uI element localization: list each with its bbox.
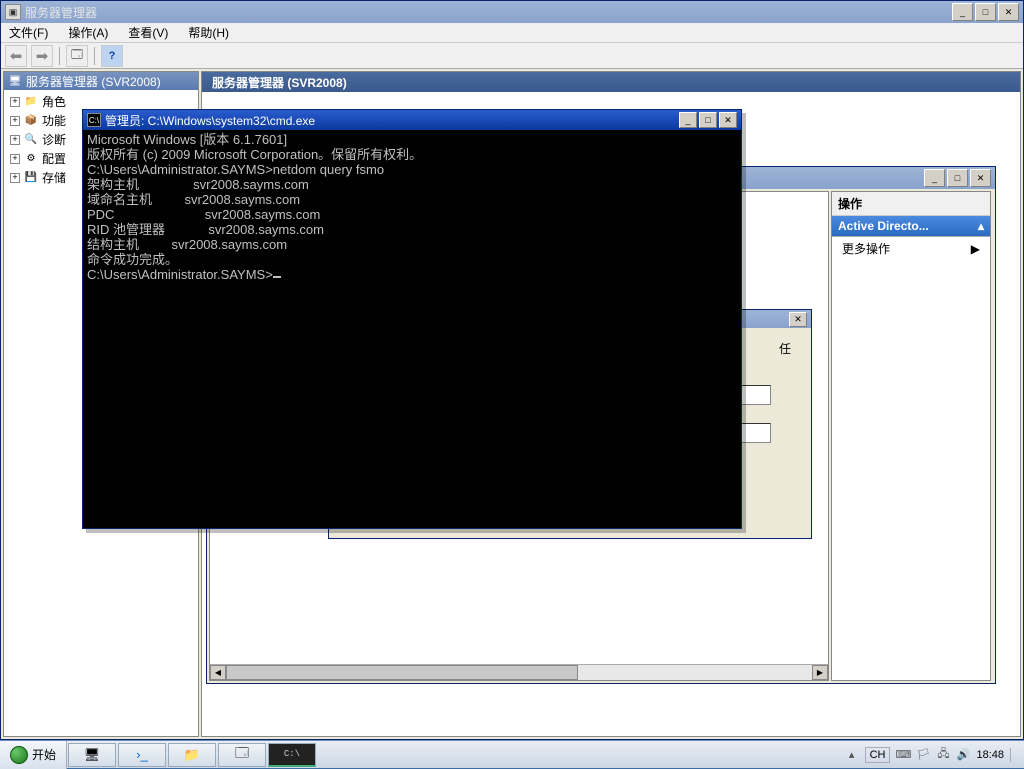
expand-toggle-icon[interactable]: + <box>10 173 20 183</box>
tray-arrow-icon[interactable]: ▴ <box>845 748 859 762</box>
submenu-arrow-icon: ▶ <box>971 242 980 256</box>
scroll-thumb[interactable] <box>226 665 578 680</box>
network-icon[interactable]: 🖧 <box>936 748 950 762</box>
menu-help[interactable]: 帮助(H) <box>184 23 233 42</box>
cmd-title-bar[interactable]: C:\ 管理员: C:\Windows\system32\cmd.exe _ □… <box>83 110 741 130</box>
collapse-icon: ▴ <box>978 219 984 233</box>
expand-toggle-icon[interactable]: + <box>10 135 20 145</box>
toolbar: ⬅ ➡ 🗔 ? <box>1 43 1023 69</box>
taskbar-item-powershell[interactable]: ›_ <box>118 743 166 767</box>
menu-view[interactable]: 查看(V) <box>124 23 172 42</box>
actions-header: 操作 <box>832 192 990 216</box>
taskbar-item-cmd[interactable]: C:\ <box>268 743 316 767</box>
expand-toggle-icon[interactable]: + <box>10 97 20 107</box>
start-button[interactable]: 开始 <box>0 741 67 769</box>
toolbar-separator <box>59 47 60 65</box>
tree-header[interactable]: 🖥 服务器管理器 (SVR2008) <box>4 72 198 90</box>
system-tray: ▴ CH ⌨ 🏳 🖧 🔊 18:48 <box>841 741 1024 768</box>
volume-icon[interactable]: 🔊 <box>956 748 970 762</box>
taskbar-item-app[interactable]: 🗔 <box>218 743 266 767</box>
start-orb-icon <box>10 746 28 764</box>
actions-more[interactable]: 更多操作 ▶ <box>832 237 990 260</box>
menu-bar: 文件(F) 操作(A) 查看(V) 帮助(H) <box>1 23 1023 43</box>
server-manager-icon: ▣ <box>5 4 21 20</box>
toolbar-properties-button[interactable]: 🗔 <box>66 45 88 67</box>
close-button[interactable]: ✕ <box>998 3 1019 21</box>
cmd-title: 管理员: C:\Windows\system32\cmd.exe <box>105 112 315 129</box>
cmd-output[interactable]: Microsoft Windows [版本 6.1.7601]版权所有 (c) … <box>83 130 741 284</box>
features-icon: 📦 <box>24 114 38 128</box>
help-button[interactable]: ? <box>101 45 123 67</box>
tray-flag-icon[interactable]: 🏳 <box>916 748 930 762</box>
nav-back-button[interactable]: ⬅ <box>5 45 27 67</box>
roles-icon: 📁 <box>24 95 38 109</box>
show-desktop-button[interactable] <box>1010 748 1020 762</box>
expand-toggle-icon[interactable]: + <box>10 116 20 126</box>
scroll-right-button[interactable]: ▶ <box>812 665 828 680</box>
taskbar-item-server-manager[interactable]: 🖥 <box>68 743 116 767</box>
mmc-close-button[interactable]: ✕ <box>970 169 991 187</box>
mmc-minimize-button[interactable]: _ <box>924 169 945 187</box>
actions-selected-item[interactable]: Active Directo... ▴ <box>832 216 990 237</box>
taskbar-item-explorer[interactable]: 📁 <box>168 743 216 767</box>
cmd-icon: C:\ <box>87 113 101 127</box>
diagnostics-icon: 🔍 <box>24 133 38 147</box>
expand-toggle-icon[interactable]: + <box>10 154 20 164</box>
main-window-title: 服务器管理器 <box>25 4 97 21</box>
storage-icon: 💾 <box>24 171 38 185</box>
cmd-close-button[interactable]: ✕ <box>719 112 737 128</box>
menu-file[interactable]: 文件(F) <box>5 23 52 42</box>
actions-pane: 操作 Active Directo... ▴ 更多操作 ▶ <box>831 191 991 681</box>
minimize-button[interactable]: _ <box>952 3 973 21</box>
dialog-close-button[interactable]: ✕ <box>789 312 807 327</box>
configuration-icon: ⚙ <box>24 152 38 166</box>
content-header: 服务器管理器 (SVR2008) <box>202 72 1020 92</box>
keyboard-icon[interactable]: ⌨ <box>896 748 910 762</box>
horizontal-scrollbar[interactable]: ◀ ▶ <box>210 664 828 680</box>
cmd-window[interactable]: C:\ 管理员: C:\Windows\system32\cmd.exe _ □… <box>82 109 742 529</box>
server-icon: 🖥 <box>8 74 22 88</box>
toolbar-separator <box>94 47 95 65</box>
taskbar: 开始 🖥 ›_ 📁 🗔 C:\ ▴ CH ⌨ 🏳 🖧 🔊 18:48 <box>0 740 1024 768</box>
cmd-maximize-button[interactable]: □ <box>699 112 717 128</box>
nav-forward-button[interactable]: ➡ <box>31 45 53 67</box>
clock[interactable]: 18:48 <box>976 749 1004 761</box>
mmc-maximize-button[interactable]: □ <box>947 169 968 187</box>
language-indicator[interactable]: CH <box>865 747 891 763</box>
cmd-minimize-button[interactable]: _ <box>679 112 697 128</box>
scroll-left-button[interactable]: ◀ <box>210 665 226 680</box>
menu-action[interactable]: 操作(A) <box>64 23 112 42</box>
main-title-bar[interactable]: ▣ 服务器管理器 _ □ ✕ <box>1 1 1023 23</box>
maximize-button[interactable]: □ <box>975 3 996 21</box>
